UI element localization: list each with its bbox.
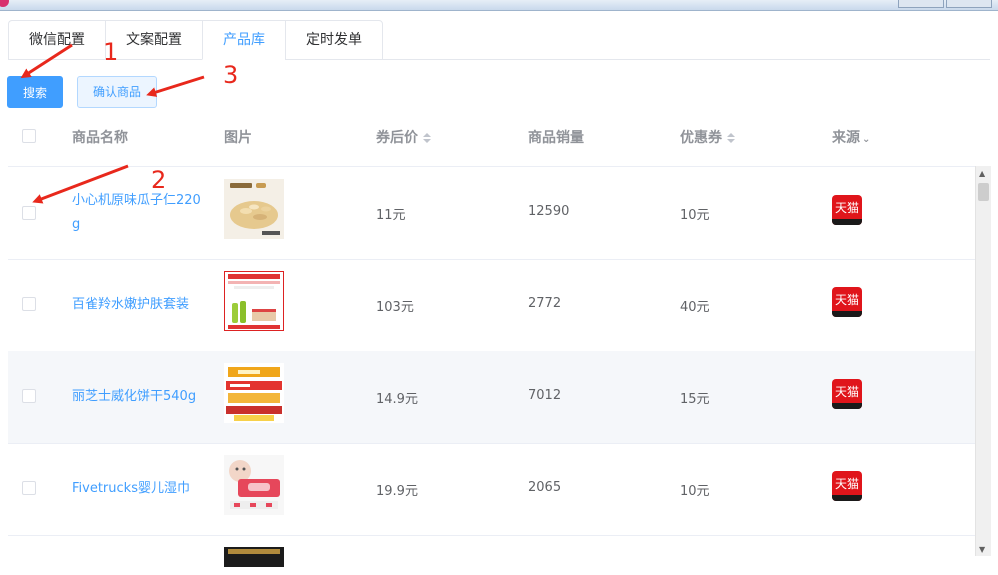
coupon-value: 10元 [680,208,710,223]
price-value: 103元 [376,300,414,315]
sales-value: 2772 [528,296,562,311]
window-titlebar [0,0,998,11]
header-sales: 商品销量 [528,130,584,146]
product-name-link[interactable]: 百雀羚水嫩护肤套装 [72,293,204,317]
chevron-down-icon[interactable]: ⌄ [862,134,870,145]
coupon-value: 15元 [680,392,710,407]
skincare-set-image [224,271,284,331]
scroll-up-arrow-icon[interactable]: ▲ [979,169,985,178]
tab-bar: 微信配置 文案配置 产品库 定时发单 [8,20,383,60]
row-checkbox[interactable] [22,481,36,495]
table-row[interactable]: Fivetrucks婴儿湿巾 19.9元 2065 10元 天猫 [8,443,975,536]
search-button[interactable]: 搜索 [7,76,63,108]
coupon-value: 40元 [680,300,710,315]
sales-value: 7012 [528,388,562,403]
tab-product-library[interactable]: 产品库 [202,20,285,60]
product-image[interactable] [224,363,284,423]
product-image[interactable] [224,271,284,331]
tmall-icon[interactable]: 天猫 [832,195,862,225]
table-scrollbar[interactable]: ▲ ▼ [975,166,991,556]
sort-caret-icon[interactable] [727,133,735,143]
header-price-label: 券后价 [376,130,418,146]
app-icon [0,0,9,7]
table-row[interactable] [8,535,975,575]
tmall-icon[interactable]: 天猫 [832,471,862,501]
header-source[interactable]: 来源 ⌄ [832,127,870,147]
header-product-name: 商品名称 [72,130,128,146]
sales-value: 2065 [528,480,562,495]
row-checkbox[interactable] [22,297,36,311]
row-checkbox[interactable] [22,389,36,403]
minimize-button[interactable] [898,0,944,8]
table-row[interactable]: 百雀羚水嫩护肤套装 103元 2772 40元 天猫 [8,259,975,352]
annotation-step-3: 3 [223,61,239,89]
close-window-button[interactable] [946,0,992,8]
select-all-checkbox[interactable] [22,129,36,143]
product-image[interactable] [224,455,284,515]
price-value: 19.9元 [376,484,418,499]
row-checkbox[interactable] [22,206,36,220]
header-coupon[interactable]: 优惠券 [680,127,735,147]
confirm-products-button[interactable]: 确认商品 [77,76,157,108]
baby-wipes-image [224,455,284,515]
product-image[interactable] [224,547,284,567]
product-thumbnail-partial [224,547,284,567]
tab-copy-config[interactable]: 文案配置 [105,20,202,60]
product-name-link[interactable]: 丽芝士威化饼干540g [72,385,204,409]
price-value: 11元 [376,208,406,223]
table-row[interactable]: 丽芝士威化饼干540g 14.9元 7012 15元 天猫 [8,351,975,444]
tmall-icon[interactable]: 天猫 [832,379,862,409]
scroll-down-arrow-icon[interactable]: ▼ [979,545,985,554]
product-image[interactable] [224,179,284,239]
tab-scheduled-posting[interactable]: 定时发单 [285,20,383,60]
scroll-thumb[interactable] [978,183,989,201]
coupon-value: 10元 [680,484,710,499]
header-coupon-label: 优惠券 [680,130,722,146]
sunflower-seeds-image [224,179,284,239]
product-name-link[interactable]: 小心机原味瓜子仁220g [72,189,204,237]
annotation-step-1: 1 [103,38,119,66]
sort-caret-icon[interactable] [423,133,431,143]
table-header: 商品名称 图片 券后价 商品销量 优惠券 来源 ⌄ [8,108,975,167]
arrow-to-confirm [146,75,205,97]
header-source-label: 来源 [832,130,860,146]
header-image: 图片 [224,130,252,146]
tabs-divider [382,59,990,60]
product-name-link[interactable]: Fivetrucks婴儿湿巾 [72,477,204,501]
wafer-biscuits-image [224,363,284,423]
sales-value: 12590 [528,204,570,219]
price-value: 14.9元 [376,392,418,407]
header-price[interactable]: 券后价 [376,127,431,147]
tab-wechat-config[interactable]: 微信配置 [8,20,105,60]
tmall-icon[interactable]: 天猫 [832,287,862,317]
annotation-step-2: 2 [151,166,167,194]
